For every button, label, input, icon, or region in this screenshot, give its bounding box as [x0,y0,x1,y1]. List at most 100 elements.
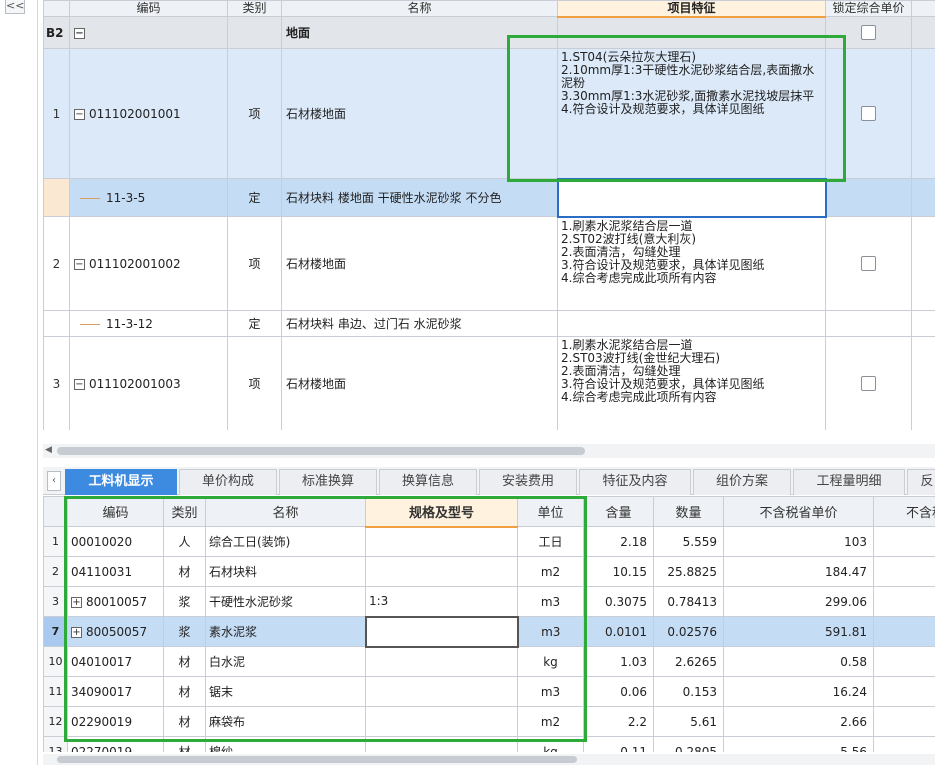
row-code[interactable]: −011102001002 [69,216,228,311]
row-quantity[interactable]: 5.559 [653,526,724,557]
row-content[interactable]: 0.0101 [583,616,654,647]
row-code[interactable]: 00010020 [67,526,164,557]
row-type[interactable]: 浆 [163,616,206,647]
scroll-left-icon[interactable]: ◀ [45,445,52,455]
row-price[interactable]: 184.47 [723,556,874,587]
table-row[interactable]: 1134090017材锯末 m30.060.15316.241 [43,676,935,707]
header-unit[interactable]: 单位 [517,496,584,527]
tab-feature-content[interactable]: 特征及内容 [579,469,691,495]
row-name[interactable]: 石材楼地面 [281,336,558,430]
row-name[interactable]: 锯末 [205,676,366,707]
table-row[interactable]: 7+80050057浆素水泥浆 m30.01010.02576591.8159 [43,615,935,648]
row-feature[interactable]: 1.刷素水泥浆结合层一道 2.ST02波打线(意大利灰) 2.表面清洁，勾缝处理… [557,216,826,311]
row-content[interactable]: 0.11 [583,736,654,752]
header-spec[interactable]: 规格及型号 [365,496,518,528]
row-unit[interactable]: kg [517,646,584,677]
row-unit[interactable]: 工日 [517,526,584,557]
row-feature[interactable] [557,310,826,337]
row-code[interactable]: 02270019 [67,736,164,752]
row-type[interactable]: 材 [163,736,206,752]
row-type[interactable]: 浆 [163,586,206,617]
header-lock-price[interactable]: 锁定综合单价 [825,0,912,17]
row-type[interactable]: 人 [163,526,206,557]
row-price[interactable]: 299.06 [723,586,874,617]
row-spec[interactable] [365,646,518,677]
row-spec[interactable] [365,526,518,557]
row-name[interactable]: 石材块料 楼地面 干硬性水泥砂浆 不分色 [281,178,558,217]
table-row[interactable]: 10 04010017 材白水泥 kg 1.03 2.6265 0.58 [43,646,935,677]
header-content[interactable]: 含量 [583,496,654,527]
header-name[interactable]: 名称 [205,496,366,527]
row-quantity[interactable]: 0.02576 [653,616,724,647]
row-type[interactable]: 材 [163,646,206,677]
row-type[interactable]: 材 [163,676,206,707]
lock-checkbox[interactable] [861,106,876,121]
row-price2[interactable] [873,646,935,677]
row-feature[interactable]: 1.ST04(云朵拉灰大理石) 2.10mm厚1:3干硬性水泥砂浆结合层,表面撒… [557,48,826,179]
tab-pricing-plan[interactable]: 组价方案 [693,469,791,495]
row-name[interactable]: 石材楼地面 [281,216,558,311]
row-code[interactable]: +80010057 [67,586,164,617]
header-quantity[interactable]: 数量 [653,496,724,527]
tab-conversion-info[interactable]: 换算信息 [379,469,477,495]
header-price[interactable]: 不含税省单价 [723,496,874,527]
row-spec[interactable] [364,615,519,648]
row-code[interactable]: 34090017 [67,676,164,707]
tab-standard-conversion[interactable]: 标准换算 [279,469,377,495]
row-code[interactable]: 02290019 [67,706,164,737]
row-code[interactable]: 04010017 [67,646,164,677]
tab-labor-material-machine[interactable]: 工料机显示 [65,469,177,495]
row-price2[interactable]: 18 [873,556,935,587]
table-row[interactable]: 3 −011102001003 项 石材楼地面 1.刷素水泥浆结合层一道 2.S… [43,336,935,430]
row-spec[interactable] [365,736,518,752]
row-spec[interactable] [365,706,518,737]
row-quantity[interactable]: 0.2805 [653,736,724,752]
row-price2[interactable]: 59 [873,616,935,647]
top-horizontal-scrollbar[interactable]: ◀ [43,444,935,458]
row-name[interactable]: 棉纱 [205,736,366,752]
header-code[interactable]: 编码 [69,0,228,17]
tab-more[interactable]: 反 [907,469,935,495]
row-content[interactable]: 2.2 [583,706,654,737]
row-price2[interactable]: 1 [873,676,935,707]
collapse-panel-button[interactable]: << [5,0,25,14]
row-type[interactable]: 材 [163,556,206,587]
tab-unit-price-composition[interactable]: 单价构成 [179,469,277,495]
table-row[interactable]: 13 02270019 材棉纱 kg 0.11 0.2805 5.56 [43,736,935,752]
table-row[interactable]: 12 02290019 材麻袋布 m2 2.2 5.61 2.66 [43,706,935,737]
collapse-icon[interactable]: − [74,27,85,39]
row-price[interactable]: 16.24 [723,676,874,707]
row-price[interactable]: 103 [723,526,874,557]
collapse-icon[interactable]: − [74,108,85,120]
row-quantity[interactable]: 5.61 [653,706,724,737]
lock-checkbox[interactable] [861,256,876,271]
row-code[interactable]: −011102001001 [69,48,228,179]
row-content[interactable]: 10.15 [583,556,654,587]
section-row[interactable]: B2 − 地面 [43,16,935,49]
row-price2[interactable] [873,526,935,557]
table-row[interactable]: 11-3-5 定 石材块料 楼地面 干硬性水泥砂浆 不分色 [43,177,935,218]
expand-icon[interactable]: + [71,626,82,638]
row-unit[interactable]: m3 [517,676,584,707]
row-spec[interactable] [365,556,518,587]
row-unit[interactable]: m2 [517,556,584,587]
scrollbar-thumb[interactable] [57,756,577,763]
row-name[interactable]: 白水泥 [205,646,366,677]
tab-install-fee[interactable]: 安装费用 [479,469,577,495]
expand-icon[interactable]: + [71,596,82,608]
header-type[interactable]: 类别 [227,0,282,17]
row-price[interactable]: 0.58 [723,646,874,677]
bottom-horizontal-scrollbar[interactable] [43,754,935,765]
row-quantity[interactable]: 25.8825 [653,556,724,587]
header-name[interactable]: 名称 [281,0,558,17]
row-name[interactable]: 综合工日(装饰) [205,526,366,557]
tab-quantity-detail[interactable]: 工程量明细 [793,469,905,495]
lock-checkbox[interactable] [861,25,876,40]
row-spec[interactable] [365,676,518,707]
header-type[interactable]: 类别 [163,496,206,527]
row-feature[interactable]: 1.刷素水泥浆结合层一道 2.ST03波打线(金世纪大理石) 2.表面清洁，勾缝… [557,336,826,430]
row-feature[interactable] [556,177,827,218]
row-content[interactable]: 1.03 [583,646,654,677]
header-code[interactable]: 编码 [67,496,164,527]
lock-checkbox[interactable] [861,376,876,391]
